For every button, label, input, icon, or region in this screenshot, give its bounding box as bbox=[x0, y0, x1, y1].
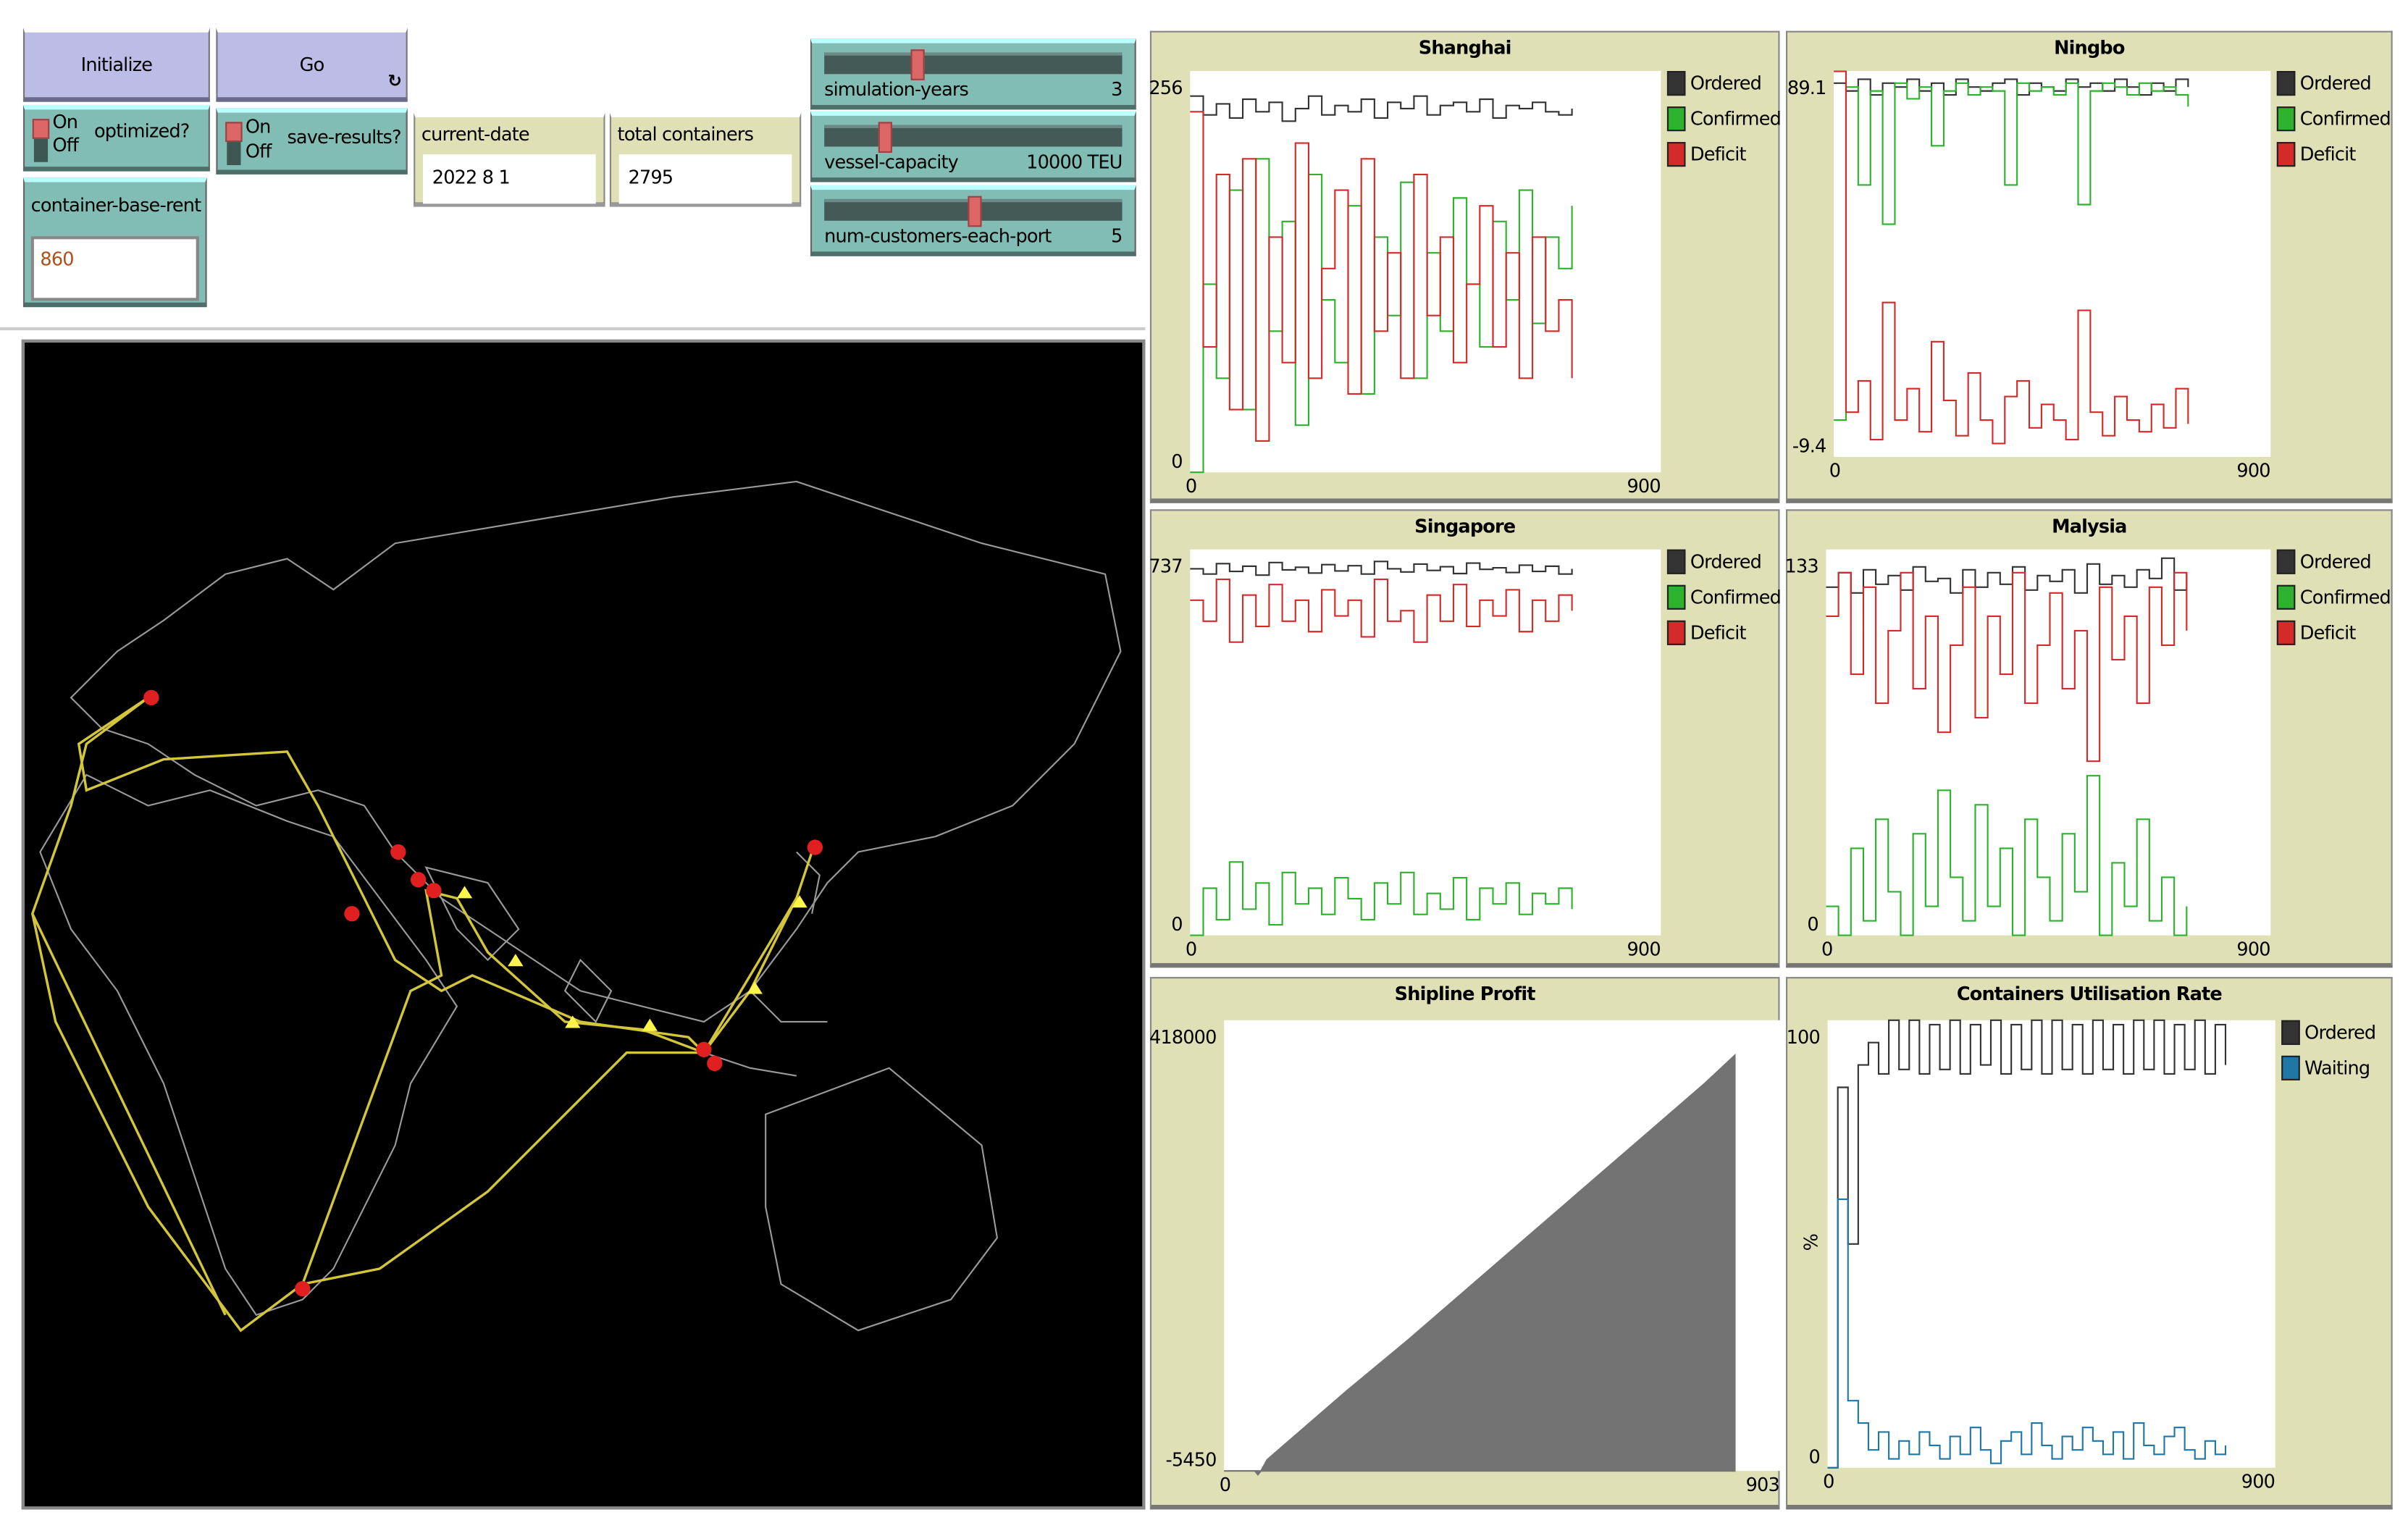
port-marker[interactable] bbox=[344, 906, 360, 922]
port-marker[interactable] bbox=[807, 839, 823, 855]
slider-label: num-customers-each-port bbox=[824, 225, 1052, 248]
monitor-value: 2022 8 1 bbox=[423, 154, 596, 204]
switch-off-label: Off bbox=[245, 140, 272, 162]
series-ordered bbox=[1827, 1019, 2227, 1469]
world-view-map[interactable] bbox=[21, 339, 1146, 1510]
series-ordered bbox=[1190, 95, 1573, 122]
divider bbox=[0, 327, 1146, 331]
initialize-label: Initialize bbox=[80, 54, 153, 76]
slider-num-customers-each-port[interactable]: num-customers-each-port 5 bbox=[810, 185, 1136, 256]
total-containers-monitor: total containers 2795 bbox=[609, 112, 802, 207]
plot-marks bbox=[1827, 1019, 2227, 1469]
container-base-rent-input[interactable]: 860 bbox=[30, 236, 199, 301]
vessels bbox=[456, 886, 807, 1031]
slider-label: simulation-years bbox=[824, 78, 969, 101]
slider-value: 10000 TEU bbox=[1026, 151, 1123, 173]
port-marker[interactable] bbox=[410, 872, 427, 888]
slider-vessel-capacity[interactable]: vessel-capacity 10000 TEU bbox=[810, 111, 1136, 182]
monitor-label: current-date bbox=[421, 123, 530, 146]
series-deficit bbox=[1834, 70, 2189, 445]
plot-singapore: Singapore 737 0 0 900 Ordered Confirmed Def… bbox=[1149, 509, 1782, 968]
slider-value: 3 bbox=[1111, 78, 1123, 101]
vessel-icon[interactable] bbox=[508, 954, 524, 967]
series-ordered bbox=[1834, 78, 2189, 96]
monitor-value: 2795 bbox=[618, 154, 792, 204]
slider-track[interactable] bbox=[824, 122, 1123, 153]
series-ordered bbox=[1826, 557, 2188, 594]
shipping-routes bbox=[30, 696, 813, 1332]
slider-simulation-years[interactable]: simulation-years 3 bbox=[810, 38, 1136, 110]
vessel-icon[interactable] bbox=[747, 981, 763, 994]
forever-icon: ↻ bbox=[387, 71, 402, 91]
slider-handle[interactable] bbox=[910, 49, 924, 80]
plot-shipline-profit: Shipline Profit 418000 -5450 0 903 bbox=[1149, 977, 1780, 1510]
series-deficit bbox=[1826, 571, 2188, 763]
initialize-button[interactable]: Initialize bbox=[22, 28, 210, 102]
vessel-icon[interactable] bbox=[456, 886, 473, 899]
optimized-switch[interactable]: On Off optimized? bbox=[22, 104, 210, 172]
series-deficit bbox=[1190, 578, 1573, 643]
plot-marks bbox=[1190, 95, 1573, 474]
vessel-icon[interactable] bbox=[642, 1018, 658, 1031]
monitor-label: total containers bbox=[617, 123, 754, 146]
series-confirmed bbox=[1190, 861, 1573, 936]
slider-track[interactable] bbox=[824, 196, 1123, 227]
switch-label: optimized? bbox=[94, 120, 190, 143]
port-marker[interactable] bbox=[390, 844, 406, 860]
input-label: container-base-rent bbox=[30, 194, 202, 217]
slider-track[interactable] bbox=[824, 49, 1123, 80]
switch-on-label: On bbox=[245, 115, 272, 138]
series-confirmed bbox=[1826, 775, 2188, 936]
plot-marks bbox=[1826, 557, 2188, 936]
map-svg bbox=[30, 480, 1122, 1332]
go-button[interactable]: Go ↻ bbox=[216, 28, 408, 102]
plot-malysia: Malysia 133 0 0 900 Ordered Confirmed Defic… bbox=[1784, 509, 2393, 968]
port-marker[interactable] bbox=[707, 1055, 723, 1072]
plot-marks bbox=[1834, 70, 2189, 445]
switch-off-label: Off bbox=[52, 134, 79, 156]
port-markers bbox=[143, 689, 823, 1297]
current-date-monitor: current-date 2022 8 1 bbox=[414, 112, 605, 207]
port-marker[interactable] bbox=[696, 1041, 712, 1057]
switch-toggle[interactable] bbox=[225, 122, 243, 166]
slider-handle[interactable] bbox=[967, 196, 981, 227]
series-ordered bbox=[1190, 561, 1573, 576]
port-marker[interactable] bbox=[426, 883, 442, 899]
series-confirmed bbox=[1834, 82, 2189, 421]
switch-toggle[interactable] bbox=[32, 119, 50, 162]
plot-marks bbox=[1224, 1053, 1736, 1477]
series-profit bbox=[1224, 1053, 1736, 1477]
port-marker[interactable] bbox=[295, 1280, 311, 1297]
port-marker[interactable] bbox=[143, 689, 159, 706]
plot-shanghai: Shanghai 256 0 0 900 Ordered Confirmed Defi… bbox=[1149, 30, 1782, 503]
switch-on-label: On bbox=[52, 111, 78, 133]
save-results-switch[interactable]: On Off save-results? bbox=[216, 108, 408, 175]
slider-handle[interactable] bbox=[878, 122, 893, 153]
plot-ningbo: Ningbo 89.1 -9.4 0 900 Ordered Confirmed De… bbox=[1786, 30, 2393, 503]
switch-label: save-results? bbox=[287, 126, 401, 148]
series-waiting bbox=[1827, 1198, 2227, 1469]
go-label: Go bbox=[299, 54, 325, 76]
plot-containers-utilisation: Containers Utilisation Rate 100 0 0 900%… bbox=[1786, 977, 2393, 1510]
series-deficit bbox=[1190, 111, 1573, 442]
netlogo-interface: Initialize Go ↻ On Off optimized? On Off … bbox=[0, 0, 2408, 1528]
container-base-rent-input-box: container-base-rent 860 bbox=[22, 177, 207, 308]
country-borders bbox=[39, 480, 1122, 1332]
slider-label: vessel-capacity bbox=[824, 151, 959, 173]
plot-marks bbox=[1190, 561, 1573, 936]
series-confirmed bbox=[1190, 158, 1573, 474]
slider-value: 5 bbox=[1111, 225, 1123, 248]
